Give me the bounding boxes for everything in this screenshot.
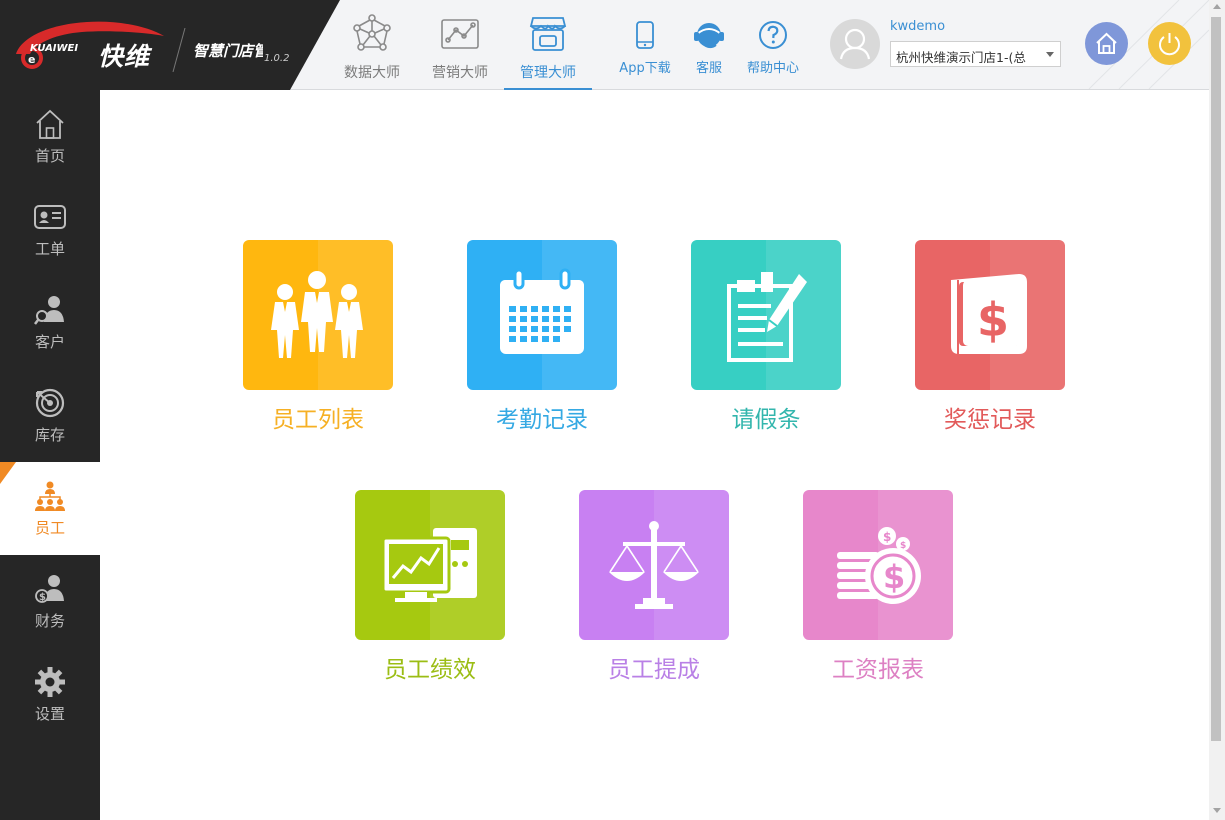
sidebar-item-home[interactable]: 首页 xyxy=(0,90,100,183)
sidebar-item-finance[interactable]: $ 财务 xyxy=(0,555,100,648)
vertical-scrollbar[interactable] xyxy=(1209,0,1225,820)
settings-icon xyxy=(35,667,65,697)
scroll-up-arrow-icon[interactable] xyxy=(1213,4,1221,9)
sidebar-item-work-order[interactable]: 工单 xyxy=(0,183,100,276)
username: kwdemo xyxy=(890,19,946,34)
sidebar-item-label: 设置 xyxy=(34,705,65,723)
finance-icon: $ xyxy=(35,575,64,603)
help-icon xyxy=(759,21,787,49)
tab-marketing-master[interactable]: 营销大师 xyxy=(416,0,504,89)
logo-en-text: KUAIWEI xyxy=(30,43,79,54)
work-order-icon xyxy=(34,205,66,229)
brand-logo[interactable]: e KUAIWEI 快维 智慧门店管理 1.0.2 xyxy=(0,0,340,90)
chevron-down-icon xyxy=(1046,52,1054,57)
tile-leave-note[interactable]: 请假条 xyxy=(691,240,841,440)
calendar-icon xyxy=(500,268,584,354)
customer-icon xyxy=(34,296,64,325)
sidebar-item-inventory[interactable]: 库存 xyxy=(0,369,100,462)
coins-icon: $ $ $ xyxy=(837,527,921,604)
tile-label: 考勤记录 xyxy=(496,407,588,433)
util-label: 客服 xyxy=(695,61,722,76)
customer-service-button[interactable]: 客服 xyxy=(684,0,734,89)
version-label: 1.0.2 xyxy=(264,53,290,64)
performance-monitor-icon xyxy=(381,528,477,602)
app-download-button[interactable]: App下载 xyxy=(614,0,676,89)
svg-text:$: $ xyxy=(883,558,905,596)
tab-label: 管理大师 xyxy=(520,65,576,81)
tab-label: 营销大师 xyxy=(432,65,488,81)
logo-divider xyxy=(172,28,186,72)
home-icon xyxy=(36,109,64,139)
active-indicator xyxy=(0,462,16,484)
util-label: App下载 xyxy=(619,61,671,76)
tile-label: 请假条 xyxy=(731,407,801,433)
tile-icon-box: $ xyxy=(915,240,1065,390)
avatar[interactable] xyxy=(830,19,880,69)
tile-icon-box xyxy=(467,240,617,390)
sidebar-item-label: 财务 xyxy=(34,612,65,630)
tile-salary-report[interactable]: $ $ $ 工资报表 xyxy=(803,490,953,690)
logout-button[interactable] xyxy=(1148,22,1191,65)
tile-icon-box xyxy=(579,490,729,640)
tile-label: 员工提成 xyxy=(608,657,700,683)
tab-label: 数据大师 xyxy=(344,65,400,81)
sidebar-item-settings[interactable]: 设置 xyxy=(0,648,100,741)
scroll-down-arrow-icon[interactable] xyxy=(1213,808,1221,813)
tile-staff-list[interactable]: 员工列表 xyxy=(243,240,393,440)
tile-icon-box xyxy=(691,240,841,390)
svg-text:e: e xyxy=(28,53,35,66)
svg-text:$: $ xyxy=(977,293,1009,347)
tile-label: 工资报表 xyxy=(832,657,924,683)
power-icon xyxy=(1159,33,1180,56)
sidebar-item-customer[interactable]: 客户 xyxy=(0,276,100,369)
tile-label: 员工绩效 xyxy=(384,657,476,683)
sidebar-item-label: 首页 xyxy=(34,147,65,165)
util-label: 帮助中心 xyxy=(746,61,799,76)
balance-scale-icon xyxy=(609,521,699,609)
user-avatar-icon xyxy=(839,28,871,60)
sidebar-item-label: 库存 xyxy=(34,426,65,444)
store-icon xyxy=(529,17,567,51)
tab-data-master[interactable]: 数据大师 xyxy=(328,0,416,89)
trend-chart-icon xyxy=(441,19,479,49)
home-icon xyxy=(1096,32,1117,54)
tile-icon-box xyxy=(243,240,393,390)
svg-text:$: $ xyxy=(39,592,46,603)
tile-label: 奖惩记录 xyxy=(944,407,1036,433)
staff-group-icon xyxy=(271,271,363,358)
tile-staff-commission[interactable]: 员工提成 xyxy=(579,490,729,690)
store-select-value: 杭州快维演示门店1-(总 xyxy=(896,50,1026,65)
tile-icon-box: $ $ $ xyxy=(803,490,953,640)
headset-icon xyxy=(694,23,724,49)
inventory-icon xyxy=(35,388,65,418)
store-select[interactable]: 杭州快维演示门店1-(总 xyxy=(890,41,1061,67)
svg-text:$: $ xyxy=(900,541,906,551)
tile-reward-punishment[interactable]: $ 奖惩记录 xyxy=(915,240,1065,440)
phone-icon xyxy=(636,21,654,49)
staff-icon xyxy=(35,481,65,511)
sidebar-item-label: 员工 xyxy=(34,519,65,537)
reward-book-icon: $ xyxy=(951,274,1027,354)
network-icon xyxy=(353,14,391,51)
help-center-button[interactable]: 帮助中心 xyxy=(742,0,804,89)
product-name: 智慧门店管理 xyxy=(193,42,263,60)
scroll-thumb[interactable] xyxy=(1211,17,1221,741)
tile-staff-performance[interactable]: 员工绩效 xyxy=(355,490,505,690)
sidebar-item-label: 工单 xyxy=(34,240,65,258)
logo-cn-text: 快维 xyxy=(98,42,151,71)
sidebar-item-staff[interactable]: 员工 xyxy=(0,462,100,555)
tile-attendance-records[interactable]: 考勤记录 xyxy=(467,240,617,440)
tile-label: 员工列表 xyxy=(272,407,364,433)
svg-text:$: $ xyxy=(883,530,891,544)
tab-management-master[interactable]: 管理大师 xyxy=(504,0,592,90)
leave-note-icon xyxy=(727,272,807,362)
tile-icon-box xyxy=(355,490,505,640)
sidebar-item-label: 客户 xyxy=(34,333,65,351)
home-button[interactable] xyxy=(1085,22,1128,65)
sidebar: 首页 工单 客户 库存 员工 $ 财务 设置 xyxy=(0,90,100,820)
